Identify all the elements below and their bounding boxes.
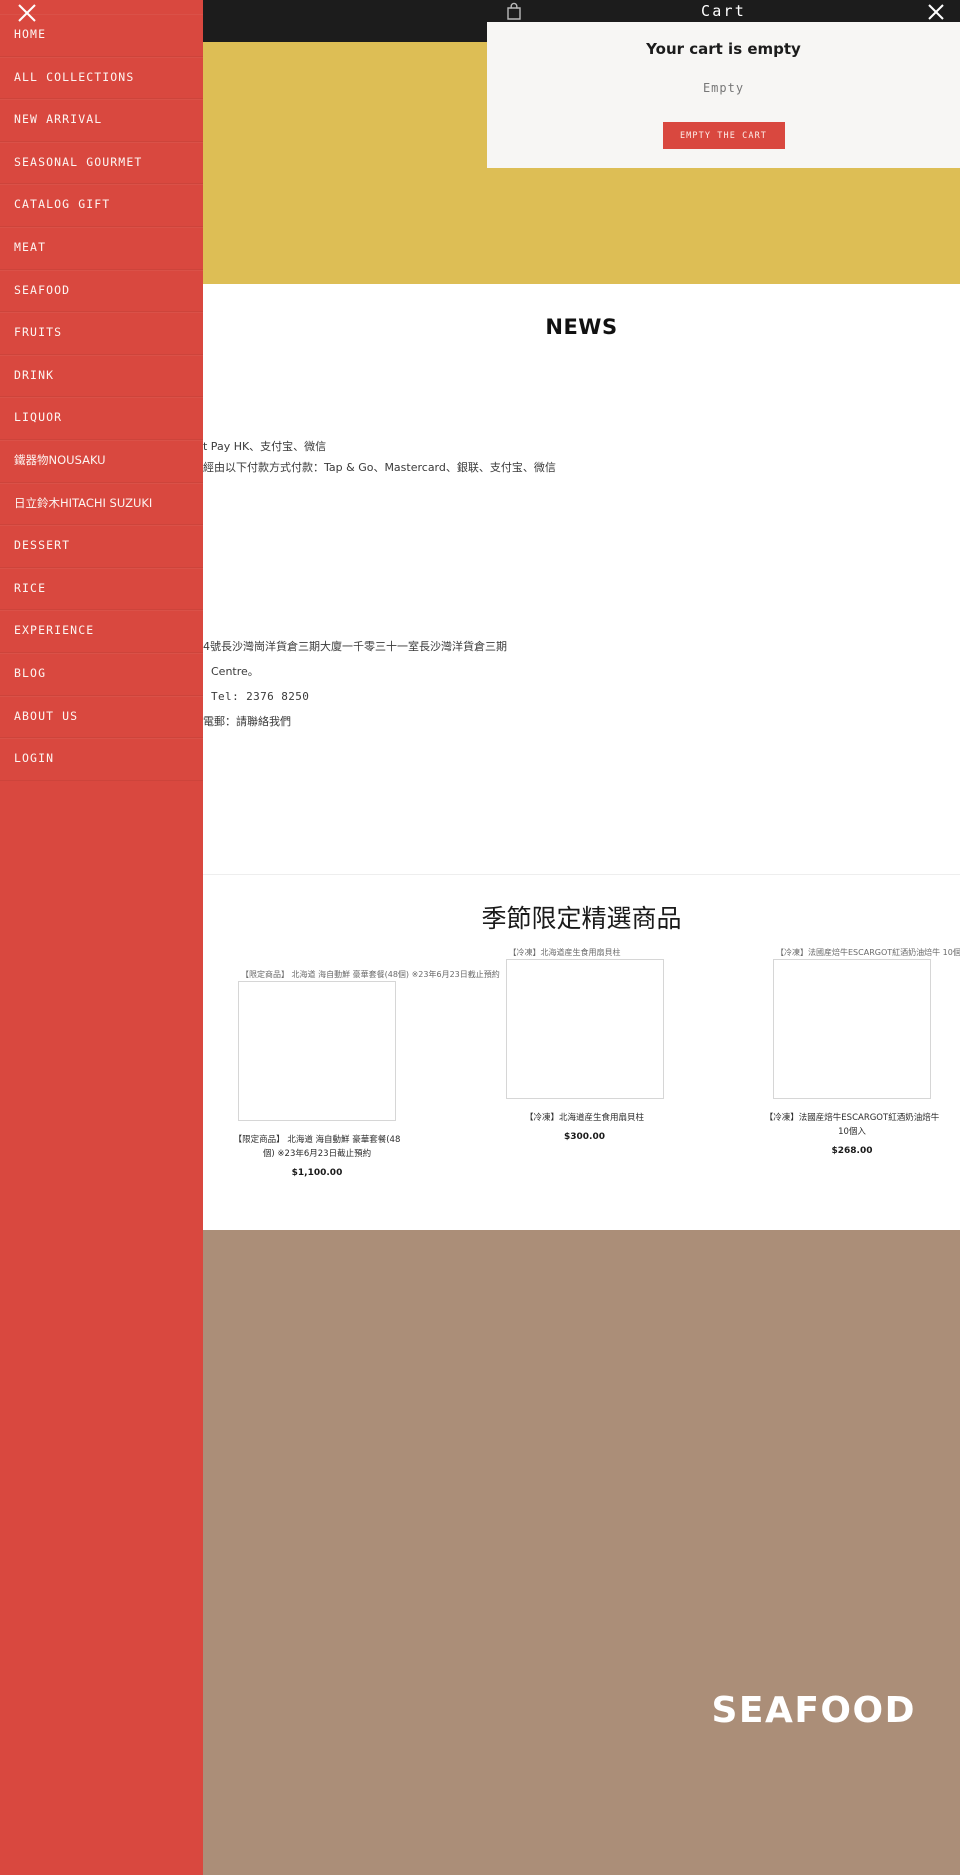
sidebar-item-label: LIQUOR (14, 410, 63, 425)
seafood-category-banner[interactable]: SEAFOOD (203, 1230, 960, 1875)
sidebar-item-label: CATALOG GIFT (14, 197, 111, 212)
sidebar-item-meat[interactable]: MEAT (0, 227, 203, 270)
close-icon[interactable] (922, 0, 950, 26)
sidebar-item-blog[interactable]: BLOG (0, 653, 203, 696)
news-line: t Pay HK、支付宝、微信 (203, 440, 327, 453)
cart-body: Your cart is empty Empty EMPTY THE CART (487, 22, 960, 168)
sidebar-item-label: ALL COLLECTIONS (14, 69, 135, 84)
product-grid: 【限定商品】 北海道 海自動鮮 豪華套餐(48個) ※23年6月23日截止預約 … (217, 949, 960, 1178)
sidebar-item-label: 日立鈴木HITACHI SUZUKI (14, 495, 153, 510)
broken-image-placeholder: 【冷凍】法國産焙牛ESCARGOT紅酒奶油焙牛 10個入 (773, 949, 960, 1099)
sidebar-item-label: RICE (14, 580, 47, 595)
sidebar-item-rice[interactable]: RICE (0, 568, 203, 611)
sidebar-item-label: DESSERT (14, 538, 71, 553)
sidebar-item-login[interactable]: LOGIN (0, 738, 203, 781)
broken-image-placeholder: 【限定商品】 北海道 海自動鮮 豪華套餐(48個) ※23年6月23日截止預約 (238, 971, 500, 1121)
product-title: 【冷凍】法國産焙牛ESCARGOT紅酒奶油焙牛 10個入 (764, 1113, 940, 1137)
sidebar-item-drink[interactable]: DRINK (0, 355, 203, 398)
cart-title: Cart (701, 1, 746, 20)
sidebar-item-label: SEASONAL GOURMET (14, 154, 143, 169)
cart-header: Cart (487, 0, 960, 22)
news-body: t Pay HK、支付宝、微信 經由以下付款方式付款：Tap & Go、Mast… (203, 436, 960, 478)
sidebar-item-label: SEAFOOD (14, 282, 71, 297)
featured-products-section: 季節限定精選商品 【限定商品】 北海道 海自動鮮 豪華套餐(48個) ※23年6… (203, 875, 960, 1230)
sidebar-item-about-us[interactable]: ABOUT US (0, 696, 203, 739)
sidebar-item-label: 鐵器物NOUSAKU (14, 452, 106, 467)
sidebar-item-label: HOME (14, 27, 47, 42)
empty-the-cart-button[interactable]: EMPTY THE CART (662, 122, 785, 149)
sidebar-item-label: DRINK (14, 367, 55, 382)
product-price: $1,100.00 (291, 1168, 343, 1178)
sidebar-item-list: HOME ALL COLLECTIONS NEW ARRIVAL SEASONA… (0, 14, 203, 781)
product-title: 【冷凍】北海道産生食用扇貝柱 (524, 1113, 644, 1123)
broken-image-placeholder: 【冷凍】北海道産生食用扇貝柱 (505, 949, 664, 1099)
product-price: $268.00 (831, 1146, 873, 1156)
seafood-banner-label: SEAFOOD (711, 1690, 916, 1731)
sidebar-item-hitachi-suzuki[interactable]: 日立鈴木HITACHI SUZUKI (0, 483, 203, 526)
sidebar-item-catalog-gift[interactable]: CATALOG GIFT (0, 184, 203, 227)
cart-empty-subtext: Empty (702, 81, 745, 95)
news-contact-block: 4號長沙灣崗洋貨倉三期大廈一千零三十一室長沙灣洋貨倉三期 Centre。 Tel… (203, 634, 960, 734)
sidebar-item-experience[interactable]: EXPERIENCE (0, 610, 203, 653)
sidebar-item-new-arrival[interactable]: NEW ARRIVAL (0, 99, 203, 142)
news-heading: NEWS (545, 315, 618, 339)
sidebar-item-label: BLOG (14, 665, 47, 680)
contact-address-line: 4號長沙灣崗洋貨倉三期大廈一千零三十一室長沙灣洋貨倉三期 (203, 640, 507, 653)
sidebar-item-label: LOGIN (14, 751, 55, 766)
product-card[interactable]: 【限定商品】 北海道 海自動鮮 豪華套餐(48個) ※23年6月23日截止預約 … (217, 971, 500, 1178)
news-section: NEWS t Pay HK、支付宝、微信 經由以下付款方式付款：Tap & Go… (203, 284, 960, 875)
product-title: 【限定商品】 北海道 海自動鮮 豪華套餐(48個) ※23年6月23日截止預約 (233, 1135, 401, 1159)
product-price: $300.00 (564, 1132, 605, 1142)
sidebar-item-seafood[interactable]: SEAFOOD (0, 270, 203, 313)
sidebar-item-seasonal-gourmet[interactable]: SEASONAL GOURMET (0, 142, 203, 185)
sidebar-item-dessert[interactable]: DESSERT (0, 525, 203, 568)
sidebar-item-home[interactable]: HOME (0, 14, 203, 57)
contact-email-line: 電郵：請聯絡我們 (203, 715, 291, 728)
sidebar-item-liquor[interactable]: LIQUOR (0, 397, 203, 440)
cart-drawer: Cart Your cart is empty Empty EMPTY THE … (487, 0, 960, 168)
product-card[interactable]: 【冷凍】北海道産生食用扇貝柱 【冷凍】北海道産生食用扇貝柱 $300.00 (485, 949, 685, 1178)
products-heading: 季節限定精選商品 (481, 904, 682, 933)
cart-empty-title: Your cart is empty (646, 40, 801, 58)
sidebar-item-fruits[interactable]: FRUITS (0, 312, 203, 355)
sidebar-item-label: MEAT (14, 240, 47, 255)
image-alt-text: 【冷凍】法國産焙牛ESCARGOT紅酒奶油焙牛 10個入 (776, 948, 960, 957)
news-line: 經由以下付款方式付款：Tap & Go、Mastercard、銀联、支付宝、微信 (203, 461, 556, 474)
shopping-bag-icon (504, 1, 524, 21)
sidebar-item-label: FRUITS (14, 325, 63, 340)
sidebar-item-label: ABOUT US (14, 708, 79, 723)
contact-tel-line: Tel: 2376 8250 (211, 690, 310, 703)
sidebar-item-all-collections[interactable]: ALL COLLECTIONS (0, 57, 203, 100)
contact-centre-line: Centre。 (211, 665, 259, 678)
sidebar-item-nousaku[interactable]: 鐵器物NOUSAKU (0, 440, 203, 483)
sidebar-item-label: EXPERIENCE (14, 623, 95, 638)
sidebar-nav: HOME ALL COLLECTIONS NEW ARRIVAL SEASONA… (0, 0, 203, 1875)
page-root: NEWS t Pay HK、支付宝、微信 經由以下付款方式付款：Tap & Go… (0, 0, 960, 1875)
product-card[interactable]: 【冷凍】法國産焙牛ESCARGOT紅酒奶油焙牛 10個入 【冷凍】法國産焙牛ES… (752, 949, 960, 1178)
sidebar-item-label: NEW ARRIVAL (14, 112, 103, 127)
